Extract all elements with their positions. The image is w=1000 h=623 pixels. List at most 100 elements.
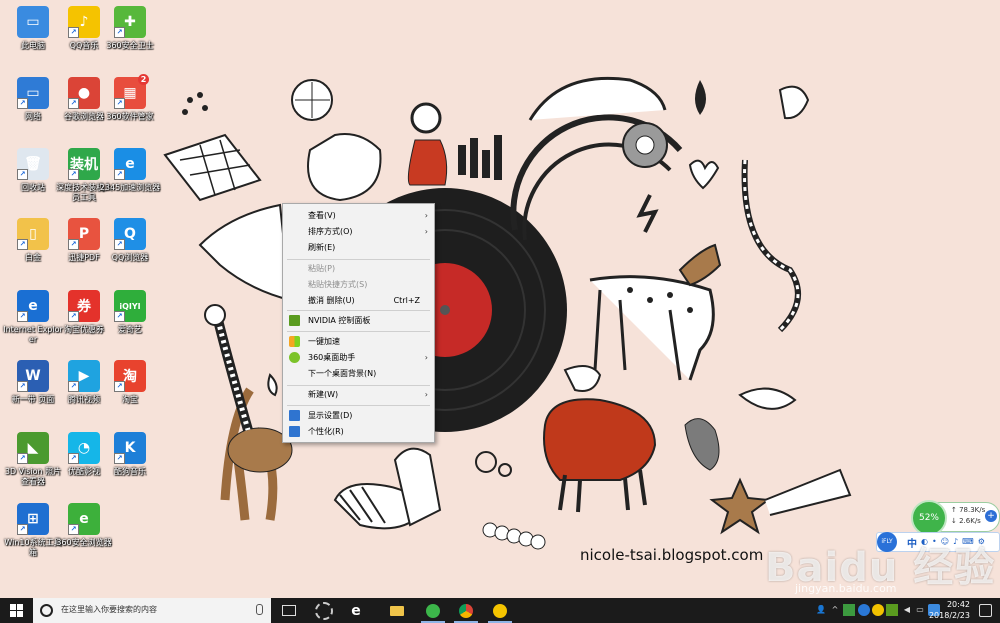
taskbar-pinned-360-browser[interactable]	[418, 598, 448, 623]
shortcut-label: Ctrl+Z	[393, 296, 420, 305]
shortcut-arrow-icon: ↗	[68, 381, 79, 392]
action-center-icon[interactable]	[979, 604, 992, 617]
display-settings-icon	[289, 410, 300, 421]
search-icon	[40, 604, 53, 617]
menu-item-one-click-speedup[interactable]: 一键加速	[283, 334, 434, 349]
taskbar-pinned-ie[interactable]: e	[341, 598, 371, 623]
desktop-icon-label: 360安全卫士	[106, 41, 154, 50]
app-icon: P ↗	[68, 218, 100, 250]
desktop-icon[interactable]: e ↗ 2345加速浏览器	[99, 148, 161, 193]
menu-item-nvidia-control-panel[interactable]: NVIDIA 控制面板	[283, 313, 434, 328]
app-icon: 淘 ↗	[114, 360, 146, 392]
menu-item-undo-delete[interactable]: 撤消 删除(U) Ctrl+Z	[283, 293, 434, 308]
desktop[interactable]: nicole-tsai.blogspot.com ▭ 此电脑 ♪ ↗ QQ音乐 ✚ ↗ 360…	[0, 0, 1000, 598]
app-icon: ◔ ↗	[68, 432, 100, 464]
app-icon: ▶ ↗	[68, 360, 100, 392]
personalize-icon	[289, 426, 300, 437]
menu-item-sort-by[interactable]: 排序方式(O) ›	[283, 224, 434, 239]
menu-item-next-desktop-background[interactable]: 下一个桌面背景(N)	[283, 366, 434, 381]
taskbar-pinned-pinwheel[interactable]	[309, 598, 339, 623]
menu-separator	[287, 331, 430, 332]
app-icon: ● ↗	[68, 77, 100, 109]
pinwheel-icon	[315, 601, 333, 620]
taskbar-search-box[interactable]: 在这里输入你要搜索的内容	[33, 598, 271, 623]
app-icon: 券 ↗	[68, 290, 100, 322]
desktop-icon[interactable]: ✚ ↗ 360安全卫士	[99, 6, 161, 51]
folder-icon	[390, 605, 404, 616]
menu-separator	[287, 310, 430, 311]
volume-icon[interactable]: ◀	[901, 604, 913, 616]
desktop-icon-label: QQ浏览器	[111, 253, 149, 262]
shortcut-arrow-icon: ↗	[114, 381, 125, 392]
app-icon: 🗑 ↗	[17, 148, 49, 180]
start-button[interactable]	[0, 598, 33, 623]
app-icon: K ↗	[114, 432, 146, 464]
clock-time: 20:42	[946, 600, 970, 609]
desktop-icon-label: 酷狗音乐	[114, 467, 146, 476]
desktop-icon-label: 360安全浏览器	[56, 538, 112, 547]
desktop-icon[interactable]: Q ↗ QQ浏览器	[99, 218, 161, 263]
menu-item-paste-shortcut[interactable]: 粘贴快捷方式(S)	[283, 277, 434, 292]
shortcut-arrow-icon: ↗	[17, 381, 28, 392]
baidu-watermark-url: jingyan.baidu.com	[795, 582, 897, 595]
network-speed-monitor[interactable]: 52% ↑ 78.3K/s ↓ 2.6K/s +	[911, 500, 1000, 536]
nvidia-icon	[289, 315, 300, 326]
taskbar-pinned-360-safe[interactable]	[485, 598, 515, 623]
menu-item-personalize[interactable]: 个性化(R)	[283, 424, 434, 439]
chevron-right-icon: ›	[424, 353, 428, 362]
people-icon[interactable]: 👤	[815, 604, 827, 616]
shortcut-arrow-icon: ↗	[68, 524, 79, 535]
shortcut-arrow-icon: ↗	[114, 169, 125, 180]
wallpaper-watermark-text: nicole-tsai.blogspot.com	[580, 546, 764, 564]
chevron-right-icon: ›	[424, 227, 428, 236]
menu-item-new[interactable]: 新建(W) ›	[283, 387, 434, 402]
desktop-icon[interactable]: 淘 ↗ 淘宝	[99, 360, 161, 405]
tray-app-icon[interactable]	[858, 604, 870, 616]
app-icon: Q ↗	[114, 218, 146, 250]
shortcut-arrow-icon: ↗	[68, 98, 79, 109]
chevron-right-icon: ›	[424, 211, 428, 220]
menu-item-view[interactable]: 查看(V) ›	[283, 208, 434, 223]
desktop-icon-label: 2345加速浏览器	[99, 183, 161, 192]
menu-item-paste[interactable]: 粘贴(P)	[283, 261, 434, 276]
tray-app-icon[interactable]	[843, 604, 855, 616]
shortcut-arrow-icon: ↗	[17, 239, 28, 250]
tray-nvidia-icon[interactable]	[886, 604, 898, 616]
menu-item-refresh[interactable]: 刷新(E)	[283, 240, 434, 255]
360-browser-icon	[426, 603, 440, 618]
task-view-button[interactable]	[274, 598, 304, 623]
shortcut-arrow-icon: ↗	[17, 453, 28, 464]
app-icon: ✚ ↗	[114, 6, 146, 38]
network-load-percent: 52%	[911, 500, 947, 536]
app-icon: ▭ ↗	[17, 77, 49, 109]
show-hidden-icons-icon[interactable]: ^	[829, 604, 841, 616]
shortcut-arrow-icon: ↗	[68, 239, 79, 250]
app-icon: 装机 ↗	[68, 148, 100, 180]
taskbar-pinned-file-explorer[interactable]	[382, 598, 412, 623]
app-icon: ♪ ↗	[68, 6, 100, 38]
taskbar-pinned-chrome[interactable]	[451, 598, 481, 623]
upload-speed: ↑ 78.3K/s	[951, 506, 986, 514]
desktop-icon[interactable]: K ↗ 酷狗音乐	[99, 432, 161, 477]
app-icon: e ↗	[114, 148, 146, 180]
microphone-icon[interactable]	[256, 604, 263, 615]
desktop-icon[interactable]: ▦ ↗ 2 360软件管家	[99, 74, 161, 122]
desktop-icon[interactable]: e ↗ 360安全浏览器	[53, 503, 115, 548]
taskbar-clock[interactable]: 20:42 2018/2/23	[924, 599, 970, 621]
app-icon: ▭	[17, 6, 49, 38]
menu-item-360-desktop-assistant[interactable]: 360桌面助手 ›	[283, 350, 434, 365]
shortcut-arrow-icon: ↗	[114, 27, 125, 38]
menu-item-display-settings[interactable]: 显示设置(D)	[283, 408, 434, 423]
app-icon: e ↗	[17, 290, 49, 322]
desktop-icon-label: 360软件管家	[106, 112, 154, 121]
menu-separator	[287, 259, 430, 260]
add-icon[interactable]: +	[985, 510, 997, 522]
shortcut-arrow-icon: ↗	[68, 169, 79, 180]
desktop-icon-label: 爱奇艺	[118, 325, 142, 334]
shortcut-arrow-icon: ↗	[68, 27, 79, 38]
tray-360-icon[interactable]	[872, 604, 884, 616]
desktop-icon[interactable]: iQIYI ↗ 爱奇艺	[99, 290, 161, 335]
360-icon	[289, 352, 300, 363]
shortcut-arrow-icon: ↗	[17, 524, 28, 535]
shortcut-arrow-icon: ↗	[17, 311, 28, 322]
